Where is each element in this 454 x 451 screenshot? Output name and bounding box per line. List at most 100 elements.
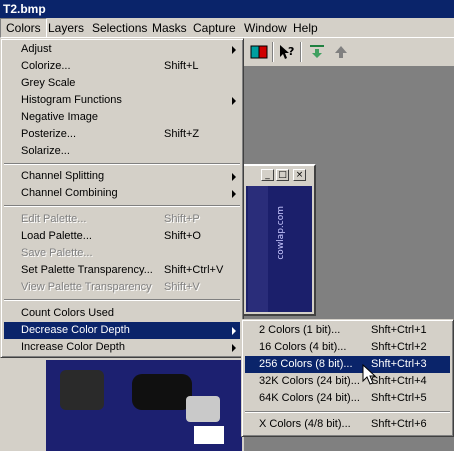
toolbar-separator: [300, 42, 302, 62]
submenu-item-x-colors[interactable]: X Colors (4/8 bit)... Shft+Ctrl+6: [245, 416, 450, 433]
menu-item-posterize[interactable]: Posterize... Shift+Z: [4, 126, 240, 143]
menu-item-label: Colorize...: [21, 60, 71, 72]
menu-item-negative-image[interactable]: Negative Image: [4, 109, 240, 126]
menu-masks[interactable]: Masks: [147, 18, 192, 38]
close-button[interactable]: ×: [293, 169, 306, 181]
menu-item-shortcut: Shift+L: [164, 60, 199, 72]
image-canvas-bottom[interactable]: [46, 360, 242, 451]
menu-item-label: 32K Colors (24 bit)...: [259, 375, 360, 387]
image-shape: [60, 370, 104, 410]
menu-item-label: Increase Color Depth: [21, 341, 125, 353]
menu-item-adjust[interactable]: Adjust: [4, 41, 240, 58]
menu-item-shortcut: Shft+Ctrl+2: [371, 341, 427, 353]
menu-item-shortcut: Shift+V: [164, 281, 200, 293]
toolbar: ?: [244, 38, 454, 66]
menu-layers[interactable]: Layers: [43, 18, 89, 38]
menu-item-label: X Colors (4/8 bit)...: [259, 418, 351, 430]
submenu-arrow-icon: [232, 327, 236, 335]
image-logo: [194, 426, 224, 444]
menu-window[interactable]: Window: [239, 18, 292, 38]
menu-item-shortcut: Shft+Ctrl+4: [371, 375, 427, 387]
help-cursor-icon[interactable]: ?: [278, 43, 296, 61]
menu-item-view-palette-transparency: View Palette Transparency Shift+V: [4, 279, 240, 296]
menu-item-channel-combining[interactable]: Channel Combining: [4, 185, 240, 202]
menu-item-label: Histogram Functions: [21, 94, 122, 106]
menu-item-label: Load Palette...: [21, 230, 92, 242]
window-title: T2.bmp: [3, 2, 46, 16]
menu-item-label: Adjust: [21, 43, 52, 55]
menu-item-label: Channel Splitting: [21, 170, 105, 182]
decrease-color-depth-submenu: 2 Colors (1 bit)... Shft+Ctrl+1 16 Color…: [241, 319, 454, 437]
image-window[interactable]: _ □ × cowlap.com: [240, 164, 316, 316]
menu-item-solarize[interactable]: Solarize...: [4, 143, 240, 160]
menu-item-increase-color-depth[interactable]: Increase Color Depth: [4, 339, 240, 356]
menu-item-label: Grey Scale: [21, 77, 76, 89]
image-shape: [186, 396, 220, 422]
submenu-arrow-icon: [232, 46, 236, 54]
menu-item-shortcut: Shift+P: [164, 213, 200, 225]
menu-item-count-colors-used[interactable]: Count Colors Used: [4, 305, 240, 322]
menu-item-colorize[interactable]: Colorize... Shift+L: [4, 58, 240, 75]
submenu-arrow-icon: [232, 173, 236, 181]
toolbar-separator: [272, 42, 274, 62]
submenu-arrow-icon: [232, 97, 236, 105]
menu-item-label: 256 Colors (8 bit)...: [259, 358, 353, 370]
minimize-button[interactable]: _: [261, 169, 274, 181]
arrow-up-icon[interactable]: [332, 43, 350, 61]
menu-help[interactable]: Help: [288, 18, 323, 38]
menu-item-label: 16 Colors (4 bit)...: [259, 341, 347, 353]
submenu-item-64k-colors[interactable]: 64K Colors (24 bit)... Shft+Ctrl+5: [245, 390, 450, 407]
menu-separator: [4, 299, 240, 301]
image-canvas[interactable]: cowlap.com: [246, 186, 312, 312]
menu-item-set-palette-transparency[interactable]: Set Palette Transparency... Shift+Ctrl+V: [4, 262, 240, 279]
menu-item-shortcut: Shift+O: [164, 230, 201, 242]
menu-colors[interactable]: Colors: [0, 18, 47, 38]
palette-icon[interactable]: [250, 43, 268, 61]
menu-item-label: Negative Image: [21, 111, 99, 123]
mouse-cursor-icon: [362, 363, 377, 386]
submenu-arrow-icon: [232, 190, 236, 198]
menu-item-save-palette: Save Palette...: [4, 245, 240, 262]
menu-item-label: Decrease Color Depth: [21, 324, 130, 336]
menu-item-label: Solarize...: [21, 145, 70, 157]
menu-item-shortcut: Shft+Ctrl+5: [371, 392, 427, 404]
menu-item-label: Edit Palette...: [21, 213, 87, 225]
title-bar: T2.bmp: [0, 0, 454, 18]
submenu-item-2-colors[interactable]: 2 Colors (1 bit)... Shft+Ctrl+1: [245, 322, 450, 339]
menu-capture[interactable]: Capture: [188, 18, 241, 38]
menu-separator: [4, 205, 240, 207]
menu-item-decrease-color-depth[interactable]: Decrease Color Depth: [4, 322, 240, 339]
menu-separator: [245, 411, 450, 413]
image-side-text: cowlap.com: [276, 206, 286, 260]
image-stripe: [248, 186, 268, 312]
submenu-item-16-colors[interactable]: 16 Colors (4 bit)... Shft+Ctrl+2: [245, 339, 450, 356]
colors-menu: Adjust Colorize... Shift+L Grey Scale Hi…: [0, 38, 244, 358]
menu-item-label: Set Palette Transparency...: [21, 264, 153, 276]
menu-selections[interactable]: Selections: [87, 18, 152, 38]
arrow-down-icon[interactable]: [308, 43, 326, 61]
menu-item-channel-splitting[interactable]: Channel Splitting: [4, 168, 240, 185]
menu-item-edit-palette: Edit Palette... Shift+P: [4, 211, 240, 228]
menu-separator: [4, 163, 240, 165]
maximize-button[interactable]: □: [276, 169, 289, 181]
menu-item-label: 64K Colors (24 bit)...: [259, 392, 360, 404]
menu-item-shortcut: Shft+Ctrl+6: [371, 418, 427, 430]
menu-item-histogram-functions[interactable]: Histogram Functions: [4, 92, 240, 109]
submenu-item-32k-colors[interactable]: 32K Colors (24 bit)... Shft+Ctrl+4: [245, 373, 450, 390]
menu-item-label: Channel Combining: [21, 187, 118, 199]
menu-item-grey-scale[interactable]: Grey Scale: [4, 75, 240, 92]
svg-text:?: ?: [288, 45, 294, 58]
menu-item-label: Posterize...: [21, 128, 77, 140]
submenu-arrow-icon: [232, 344, 236, 352]
menu-item-shortcut: Shift+Ctrl+V: [164, 264, 224, 276]
image-shape: [132, 374, 192, 410]
submenu-item-256-colors[interactable]: 256 Colors (8 bit)... Shft+Ctrl+3: [245, 356, 450, 373]
menu-item-label: 2 Colors (1 bit)...: [259, 324, 341, 336]
menu-bar: Colors Layers Selections Masks Capture W…: [0, 18, 454, 38]
menu-item-label: Save Palette...: [21, 247, 93, 259]
menu-item-shortcut: Shift+Z: [164, 128, 200, 140]
menu-item-load-palette[interactable]: Load Palette... Shift+O: [4, 228, 240, 245]
menu-item-label: View Palette Transparency: [21, 281, 152, 293]
menu-item-shortcut: Shft+Ctrl+3: [371, 358, 427, 370]
menu-item-shortcut: Shft+Ctrl+1: [371, 324, 427, 336]
